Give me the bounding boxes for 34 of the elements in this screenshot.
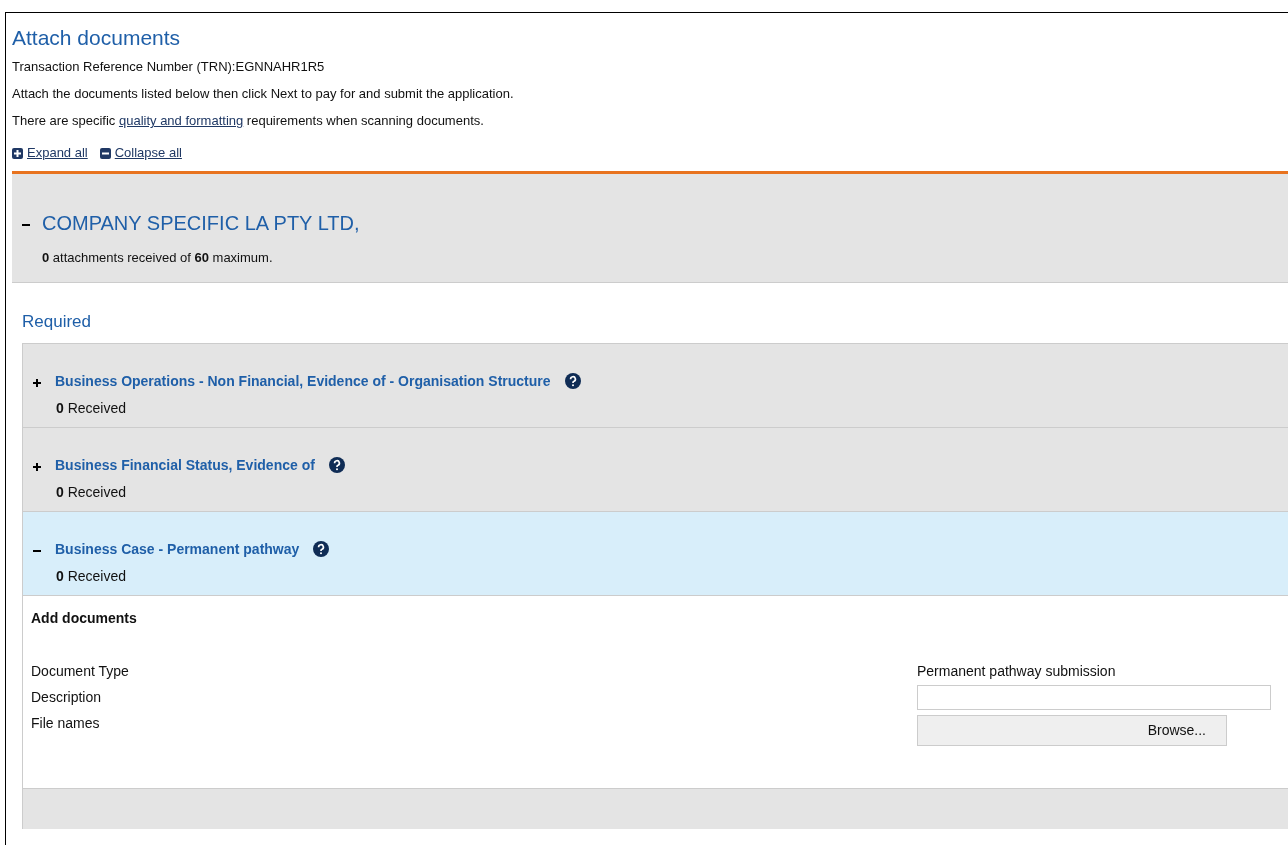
help-icon[interactable] (564, 373, 581, 389)
document-title: Business Financial Status, Evidence of (55, 455, 315, 475)
document-type-value: Permanent pathway submission (917, 661, 1116, 681)
minus-square-icon (99, 147, 111, 159)
plus-square-icon (12, 147, 23, 159)
applicant-name: COMPANY SPECIFIC LA PTY LTD, (42, 211, 360, 236)
quality-note: There are specific quality and formatting requirements when scanning documents. (12, 112, 485, 130)
applicant-header[interactable]: COMPANY SPECIFIC LA PTY LTD, 0 attachments received of 60 maximum. (12, 174, 1288, 283)
field-label: Document Type (31, 661, 130, 681)
document-row[interactable]: Business Operations - Non Financial, Evidence of - Organisation Structure 0 Received (23, 343, 1288, 428)
attachments-summary: 0 attachments received of 60 maximum. (42, 249, 274, 267)
help-icon[interactable] (328, 457, 345, 473)
field-label: File names (31, 713, 101, 733)
received-count: 0 Received (56, 482, 128, 502)
add-documents-heading: Add documents (31, 608, 138, 628)
document-title: Business Operations - Non Financial, Evidence of - Organisation Structure (55, 371, 551, 391)
collapse-all-link[interactable]: Collapse all (99, 143, 182, 163)
document-row[interactable]: Business Case - Permanent pathway 0 Received (23, 511, 1288, 596)
section-title: Required (22, 310, 92, 333)
browse-button[interactable]: Browse... (917, 714, 1227, 746)
field-label: Description (31, 687, 103, 707)
instruction-text: Attach the documents listed below then click Next to pay for and submit the application. (12, 85, 515, 103)
expand-all-link[interactable]: Expand all (12, 143, 88, 163)
description-field[interactable] (917, 684, 1271, 710)
plus-icon[interactable] (33, 377, 41, 385)
document-title: Business Case - Permanent pathway (55, 539, 300, 559)
help-icon[interactable] (313, 541, 330, 557)
document-row[interactable]: Business Financial Status, Evidence of 0 Received (23, 427, 1288, 512)
quality-link[interactable]: quality and formatting (118, 113, 244, 128)
received-count: 0 Received (56, 566, 128, 586)
plus-icon[interactable] (33, 461, 41, 469)
page-title: Attach documents (12, 25, 182, 51)
received-count: 0 Received (56, 398, 128, 418)
transaction-reference: Transaction Reference Number (TRN):EGNNAHR1R5 (12, 58, 326, 76)
